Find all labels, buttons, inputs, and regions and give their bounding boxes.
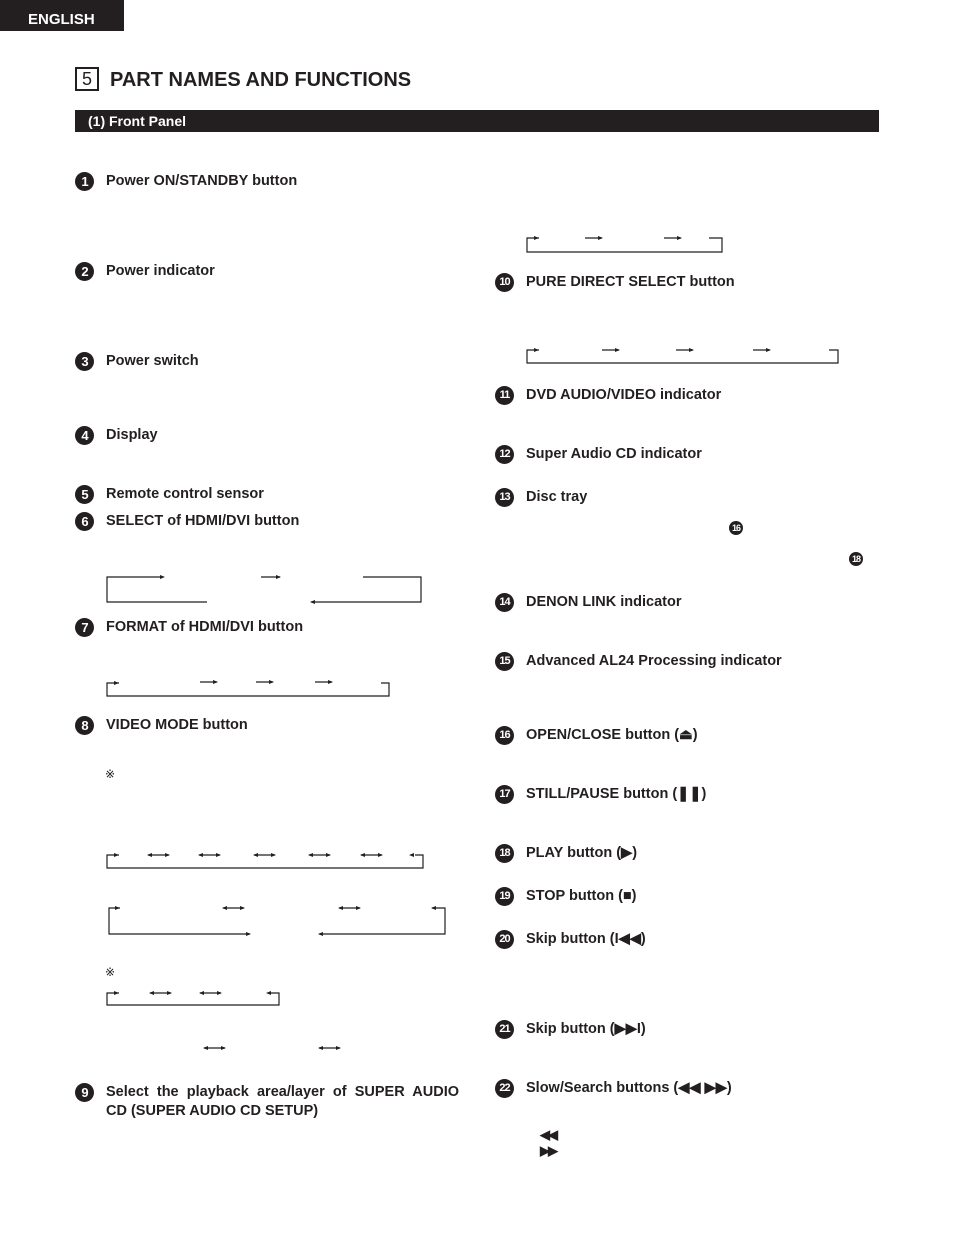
item-number-badge: 16: [495, 726, 514, 745]
item-number-badge: 14: [495, 593, 514, 612]
item-label: STOP button (■): [526, 888, 637, 904]
fast-forward-icon: ▶▶: [540, 1143, 558, 1158]
item-slow-search-buttons: 22 Slow/Search buttons (◀◀ ▶▶): [495, 1079, 732, 1098]
item-number-badge: 21: [495, 1020, 514, 1039]
item-number-badge: 15: [495, 652, 514, 671]
item-stop-button: 19 STOP button (■): [495, 887, 637, 906]
item-number-badge: 12: [495, 445, 514, 464]
item-label: PLAY button (▶): [526, 845, 638, 861]
item-disc-tray: 13 Disc tray: [495, 488, 587, 507]
item-label: STILL/PAUSE button (❚❚): [526, 786, 707, 802]
pure-direct-cycle-diagram: [526, 348, 839, 364]
item-skip-back-button: 20 Skip button (I◀◀): [495, 930, 646, 949]
item-super-audio-cd-indicator: 12 Super Audio CD indicator: [495, 445, 702, 464]
reference-badge-18: 18: [849, 552, 863, 566]
item-number-badge: 11: [495, 386, 514, 405]
reference-badge-16: 16: [729, 521, 743, 535]
item-denon-link-indicator: 14 DENON LINK indicator: [495, 593, 681, 612]
item-number-badge: 13: [495, 488, 514, 507]
item-dvd-audio-video-indicator: 11 DVD AUDIO/VIDEO indicator: [495, 386, 721, 405]
item-number-badge: 22: [495, 1079, 514, 1098]
item-label: Skip button (▶▶I): [526, 1021, 646, 1037]
item-label: OPEN/CLOSE button (⏏): [526, 727, 698, 743]
item-number-badge: 17: [495, 785, 514, 804]
item-still-pause-button: 17 STILL/PAUSE button (❚❚): [495, 785, 706, 804]
item-label: Skip button (I◀◀): [526, 931, 646, 947]
item-label: DENON LINK indicator: [526, 594, 682, 610]
item-number-badge: 18: [495, 844, 514, 863]
item-label: Disc tray: [526, 489, 588, 505]
item-number-badge: 19: [495, 887, 514, 906]
item-label: DVD AUDIO/VIDEO indicator: [526, 387, 722, 403]
rewind-icon: ◀◀: [540, 1127, 558, 1142]
item-label: Super Audio CD indicator: [526, 446, 702, 462]
item-play-button: 18 PLAY button (▶): [495, 844, 637, 863]
item-al24-indicator: 15 Advanced AL24 Processing indicator: [495, 652, 782, 671]
item-label: Advanced AL24 Processing indicator: [526, 653, 782, 669]
item-open-close-button: 16 OPEN/CLOSE button (⏏): [495, 726, 698, 745]
item-skip-forward-button: 21 Skip button (▶▶I): [495, 1020, 646, 1039]
item-number-badge: 20: [495, 930, 514, 949]
item-label: Slow/Search buttons (◀◀ ▶▶): [526, 1080, 732, 1096]
